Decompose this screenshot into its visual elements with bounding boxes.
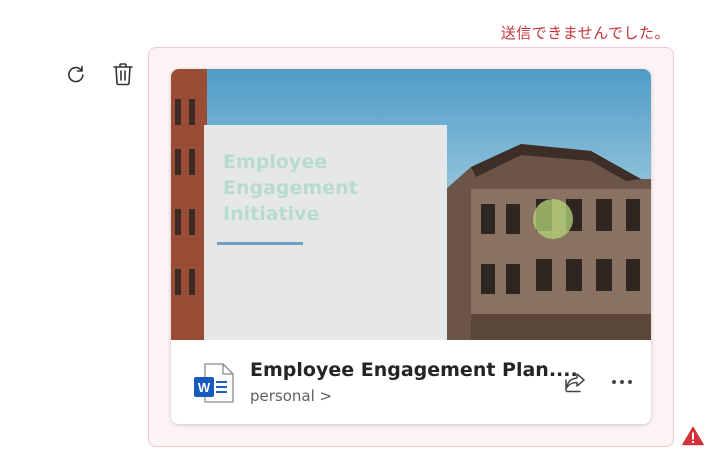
slide-title-underline <box>217 242 303 245</box>
file-name[interactable]: Employee Engagement Plan.... <box>250 359 578 381</box>
document-thumbnail: Employee Engagement Initiative <box>171 69 651 340</box>
file-location[interactable]: personal > <box>250 387 332 405</box>
retry-button[interactable] <box>62 60 90 88</box>
delete-button[interactable] <box>109 60 137 88</box>
share-button[interactable] <box>560 367 590 397</box>
refresh-icon <box>68 65 84 83</box>
send-failed-message: 送信できませんでした。 <box>500 24 670 42</box>
share-icon <box>565 373 585 393</box>
attachment-footer: W Employee Engagement Plan.... personal … <box>171 340 651 424</box>
more-options-button[interactable] <box>607 367 637 397</box>
more-options-icon <box>612 380 632 384</box>
word-document-icon: W <box>194 363 234 403</box>
svg-text:W: W <box>198 380 211 395</box>
trash-icon <box>113 63 133 86</box>
warning-icon <box>682 426 704 446</box>
slide-title: Employee Engagement Initiative <box>223 151 358 225</box>
redacted-path <box>333 388 545 410</box>
attachment-card[interactable]: Employee Engagement Initiative W Employe… <box>171 69 651 424</box>
slide-preview: Employee Engagement Initiative <box>204 125 447 340</box>
